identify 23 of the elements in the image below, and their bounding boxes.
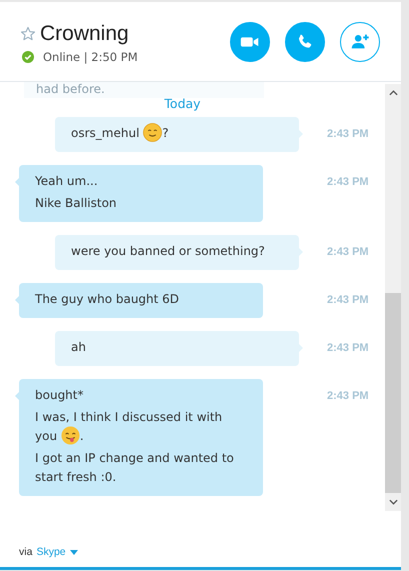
scroll-thumb[interactable]	[385, 293, 401, 493]
service-dropdown[interactable]: Skype	[36, 546, 78, 558]
message-time: 2:43 PM	[327, 390, 369, 402]
scroll-down-icon[interactable]	[388, 499, 398, 505]
caret-icon	[70, 550, 78, 554]
previous-message: had before.	[24, 82, 264, 98]
add-contact-button[interactable]	[340, 22, 380, 62]
message-time: 2:43 PM	[327, 294, 369, 306]
via-label: via	[19, 546, 32, 558]
message-time: 2:43 PM	[327, 342, 369, 354]
contact-name: Crowning	[40, 22, 129, 46]
scroll-up-icon[interactable]	[388, 90, 398, 96]
star-icon[interactable]	[20, 26, 36, 42]
message-time: 2:43 PM	[327, 128, 369, 140]
call-button[interactable]	[285, 22, 325, 62]
status-text: Online | 2:50 PM	[43, 50, 138, 64]
message-time: 2:43 PM	[327, 246, 369, 258]
message-time: 2:43 PM	[327, 176, 369, 188]
day-divider: Today	[164, 96, 202, 111]
smiley-emoji-icon	[143, 122, 162, 142]
scrollbar[interactable]	[385, 84, 401, 511]
tongue-emoji-icon	[60, 426, 80, 445]
video-call-button[interactable]	[230, 22, 270, 62]
